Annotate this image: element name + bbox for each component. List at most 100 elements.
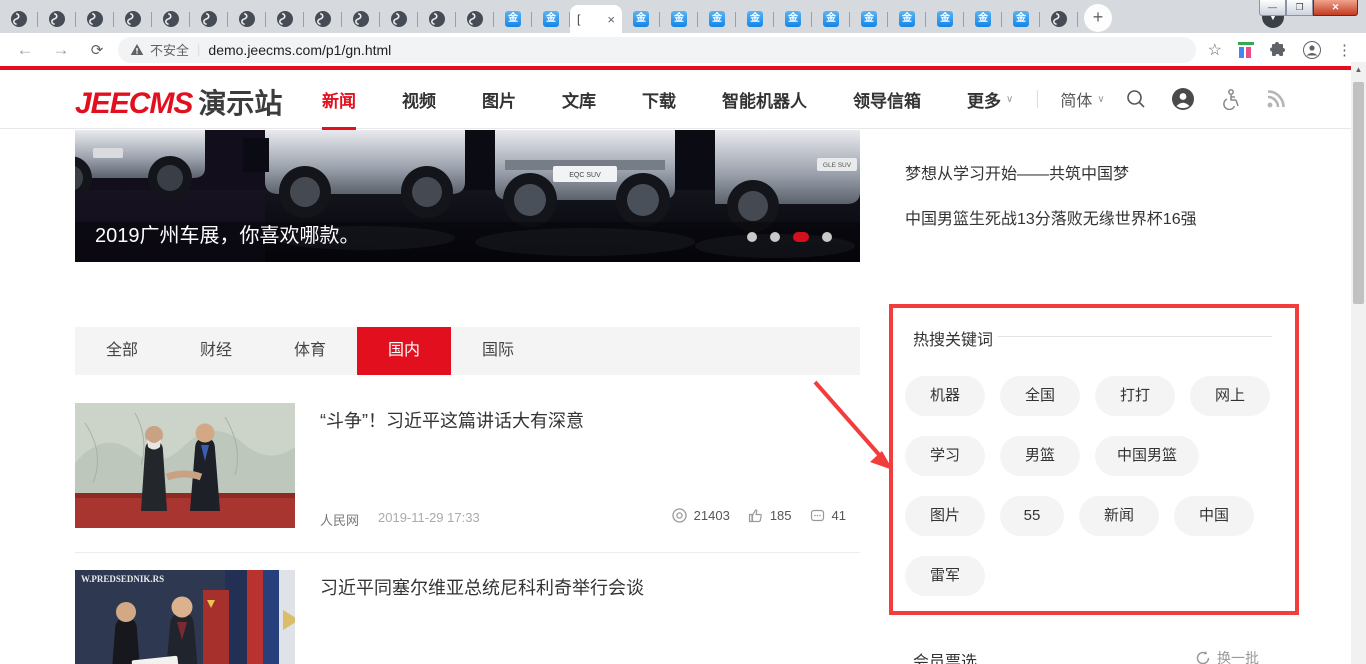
keyword-pill[interactable]: 55 bbox=[1000, 496, 1064, 536]
browser-tab[interactable]: 金 bbox=[494, 5, 532, 33]
side-headline[interactable]: 梦想从学习开始——共筑中国梦 bbox=[905, 160, 1129, 184]
tab-international[interactable]: 国际 bbox=[451, 327, 545, 375]
keyword-pill[interactable]: 全国 bbox=[1000, 376, 1080, 416]
browser-tab[interactable] bbox=[76, 5, 114, 33]
browser-tab[interactable] bbox=[190, 5, 228, 33]
browser-tab[interactable] bbox=[114, 5, 152, 33]
nav-item-news[interactable]: 新闻 bbox=[322, 87, 356, 130]
user-avatar-icon[interactable] bbox=[1171, 87, 1195, 111]
carousel-dot-active[interactable] bbox=[793, 232, 809, 242]
language-select[interactable]: 简体 ∨ bbox=[1060, 87, 1104, 111]
keyword-pill[interactable]: 男篮 bbox=[1000, 436, 1080, 476]
article-thumbnail[interactable]: W.PREDSEDNIK.RS bbox=[75, 570, 295, 664]
browser-tab-active[interactable]: [× bbox=[570, 5, 622, 33]
keyword-pill[interactable]: 中国 bbox=[1174, 496, 1254, 536]
browser-tab[interactable] bbox=[0, 5, 38, 33]
forward-button[interactable]: → bbox=[50, 40, 72, 60]
keyword-pill[interactable]: 学习 bbox=[905, 436, 985, 476]
browser-tab[interactable] bbox=[38, 5, 76, 33]
browser-tab[interactable] bbox=[380, 5, 418, 33]
tab-sports[interactable]: 体育 bbox=[263, 327, 357, 375]
browser-tab[interactable] bbox=[152, 5, 190, 33]
article-title[interactable]: “斗争”！习近平这篇讲话大有深意 bbox=[320, 407, 584, 433]
header-divider bbox=[1037, 90, 1039, 108]
back-button[interactable]: ← bbox=[14, 40, 36, 60]
keyword-pill[interactable]: 中国男篮 bbox=[1095, 436, 1200, 476]
scrollbar-up-arrow[interactable]: ▲ bbox=[1351, 62, 1366, 78]
accessibility-icon[interactable] bbox=[1219, 88, 1241, 110]
chevron-down-icon: ∨ bbox=[1097, 93, 1105, 105]
new-tab-button[interactable]: + bbox=[1084, 4, 1112, 32]
browser-tab[interactable]: 金 bbox=[660, 5, 698, 33]
keyword-pill[interactable]: 新闻 bbox=[1079, 496, 1159, 536]
globe-favicon bbox=[49, 11, 65, 27]
scrollbar-thumb[interactable] bbox=[1353, 82, 1364, 304]
keyword-pill[interactable]: 网上 bbox=[1190, 376, 1270, 416]
browser-tab[interactable]: 金 bbox=[622, 5, 660, 33]
refresh-batch-button[interactable]: 换一批 bbox=[1195, 648, 1259, 664]
browser-tab[interactable] bbox=[266, 5, 304, 33]
search-icon[interactable] bbox=[1125, 88, 1147, 110]
browser-tab[interactable]: 金 bbox=[774, 5, 812, 33]
profile-avatar-icon[interactable] bbox=[1303, 40, 1321, 59]
browser-tab[interactable] bbox=[1040, 5, 1078, 33]
likes-stat[interactable]: 185 bbox=[748, 508, 792, 523]
comments-stat[interactable]: 41 bbox=[810, 508, 846, 523]
address-bar[interactable]: 不安全 | demo.jeecms.com/p1/gn.html bbox=[118, 36, 1196, 63]
window-restore-button[interactable]: ❐ bbox=[1286, 0, 1313, 16]
tab-finance[interactable]: 财经 bbox=[169, 327, 263, 375]
browser-tab[interactable] bbox=[456, 5, 494, 33]
news-article[interactable]: “斗争”！习近平这篇讲话大有深意 人民网 2019-11-29 17:33 21… bbox=[75, 403, 860, 528]
window-minimize-button[interactable]: — bbox=[1259, 0, 1286, 16]
browser-tab[interactable]: 金 bbox=[926, 5, 964, 33]
nav-item-library[interactable]: 文库 bbox=[562, 87, 596, 112]
browser-tab[interactable]: 金 bbox=[1002, 5, 1040, 33]
carousel[interactable]: EQC SUV GLE SUV 2019广州车展，你喜欢哪款。 bbox=[75, 130, 860, 262]
nav-item-video[interactable]: 视频 bbox=[402, 87, 436, 112]
news-article[interactable]: W.PREDSEDNIK.RS 习近平同塞尔维亚总统尼科利奇举行会谈 bbox=[75, 570, 860, 664]
nav-item-mailbox[interactable]: 领导信箱 bbox=[853, 87, 921, 112]
toolbar-icons: ☆ ⋮ bbox=[1208, 40, 1352, 60]
window-close-button[interactable]: ✕ bbox=[1313, 0, 1358, 16]
browser-tab[interactable] bbox=[418, 5, 456, 33]
browser-tab[interactable] bbox=[228, 5, 266, 33]
rss-icon[interactable] bbox=[1265, 88, 1287, 110]
side-headline[interactable]: 中国男篮生死战13分落败无缘世界杯16强 bbox=[905, 205, 1197, 229]
carousel-dot[interactable] bbox=[822, 232, 832, 242]
carousel-dot[interactable] bbox=[747, 232, 757, 242]
keyword-pill[interactable]: 打打 bbox=[1095, 376, 1175, 416]
browser-tab[interactable]: 金 bbox=[736, 5, 774, 33]
browser-tab[interactable] bbox=[342, 5, 380, 33]
browser-tab[interactable]: 金 bbox=[698, 5, 736, 33]
browser-tab[interactable]: 金 bbox=[888, 5, 926, 33]
tab-close-icon[interactable]: × bbox=[607, 13, 615, 26]
article-thumbnail[interactable] bbox=[75, 403, 295, 528]
active-tab-title: [ bbox=[577, 12, 581, 26]
globe-favicon bbox=[239, 11, 255, 27]
browser-tab[interactable] bbox=[304, 5, 342, 33]
nav-more[interactable]: 更多 ∨ bbox=[967, 87, 1013, 112]
tab-domestic[interactable]: 国内 bbox=[357, 327, 451, 375]
site-logo[interactable]: JEECMS 演示站 bbox=[75, 82, 282, 122]
keyword-pill[interactable]: 机器 bbox=[905, 376, 985, 416]
browser-menu-icon[interactable]: ⋮ bbox=[1337, 41, 1352, 59]
extensions-puzzle-icon[interactable] bbox=[1270, 41, 1287, 58]
browser-tab[interactable]: 金 bbox=[964, 5, 1002, 33]
gold-favicon: 金 bbox=[823, 11, 839, 27]
browser-tab[interactable]: 金 bbox=[532, 5, 570, 33]
keyword-pill[interactable]: 图片 bbox=[905, 496, 985, 536]
nav-item-robot[interactable]: 智能机器人 bbox=[722, 87, 807, 112]
article-title[interactable]: 习近平同塞尔维亚总统尼科利奇举行会谈 bbox=[320, 574, 644, 600]
page-scrollbar[interactable]: ▲ bbox=[1351, 62, 1366, 664]
browser-tab[interactable]: 金 bbox=[850, 5, 888, 33]
bookmark-star-icon[interactable]: ☆ bbox=[1208, 40, 1222, 60]
nav-item-download[interactable]: 下载 bbox=[642, 87, 676, 112]
keyword-pill[interactable]: 雷军 bbox=[905, 556, 985, 596]
browser-tab[interactable]: 金 bbox=[812, 5, 850, 33]
poll-extension-icon[interactable] bbox=[1238, 41, 1254, 58]
url-text[interactable]: demo.jeecms.com/p1/gn.html bbox=[208, 42, 391, 58]
nav-item-pictures[interactable]: 图片 bbox=[482, 87, 516, 112]
reload-button[interactable]: ⟳ bbox=[86, 41, 108, 59]
carousel-dot[interactable] bbox=[770, 232, 780, 242]
tab-all[interactable]: 全部 bbox=[75, 327, 169, 375]
